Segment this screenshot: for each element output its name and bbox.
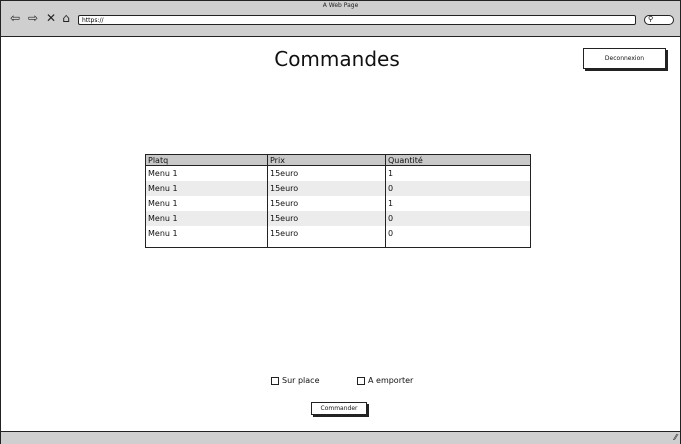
dine-in-checkbox[interactable]: Sur place (271, 376, 320, 385)
table-row[interactable]: Menu 1 15euro 1 (145, 196, 531, 211)
checkbox-box[interactable] (357, 376, 365, 385)
dish-cell: Menu 1 (145, 211, 268, 226)
column-header-dish: Platq (145, 154, 268, 166)
close-icon[interactable]: ✕ (45, 11, 57, 25)
filler-cell (145, 241, 268, 248)
dish-cell: Menu 1 (145, 196, 268, 211)
dine-in-label: Sur place (282, 376, 320, 385)
quantity-cell[interactable]: 0 (385, 181, 531, 196)
table-header-row: Platq Prix Quantité (145, 154, 531, 166)
dish-cell: Menu 1 (145, 226, 268, 241)
browser-toolbar: A Web Page ⇦ ⇨ ✕ ⌂ https:// ⚲ (1, 1, 680, 37)
search-icon: ⚲ (648, 15, 654, 23)
window-title: A Web Page (322, 2, 359, 9)
browser-window: A Web Page ⇦ ⇨ ✕ ⌂ https:// ⚲ Commandes … (0, 0, 681, 444)
status-bar: ⁄⁄ (1, 431, 680, 444)
checkbox-box[interactable] (271, 376, 279, 385)
logout-button[interactable]: Deconnexion (583, 48, 666, 69)
price-cell: 15euro (267, 196, 386, 211)
takeaway-label: A emporter (368, 376, 414, 385)
search-field[interactable]: ⚲ (644, 15, 674, 25)
orders-table: Platq Prix Quantité Menu 1 15euro 1 Menu… (145, 154, 531, 248)
price-cell: 15euro (267, 226, 386, 241)
quantity-cell[interactable]: 0 (385, 226, 531, 241)
forward-arrow-icon[interactable]: ⇨ (26, 11, 40, 25)
filler-cell (267, 241, 386, 248)
table-row[interactable]: Menu 1 15euro 0 (145, 226, 531, 241)
takeaway-checkbox[interactable]: A emporter (357, 376, 413, 385)
table-filler-row (145, 241, 531, 248)
price-cell: 15euro (267, 181, 386, 196)
filler-cell (385, 241, 531, 248)
column-header-price: Prix (267, 154, 386, 166)
table-row[interactable]: Menu 1 15euro 1 (145, 165, 531, 181)
back-arrow-icon[interactable]: ⇦ (8, 11, 22, 25)
table-row[interactable]: Menu 1 15euro 0 (145, 211, 531, 226)
order-button[interactable]: Commander (311, 402, 367, 415)
home-icon[interactable]: ⌂ (59, 11, 73, 25)
price-cell: 15euro (267, 165, 386, 181)
quantity-cell[interactable]: 1 (385, 196, 531, 211)
page-title: Commandes (274, 47, 400, 71)
url-bar[interactable]: https:// (78, 15, 636, 25)
quantity-cell[interactable]: 0 (385, 211, 531, 226)
price-cell: 15euro (267, 211, 386, 226)
column-header-quantity: Quantité (385, 154, 531, 166)
resize-grip-icon[interactable]: ⁄⁄ (674, 433, 677, 442)
dish-cell: Menu 1 (145, 181, 268, 196)
table-row[interactable]: Menu 1 15euro 0 (145, 181, 531, 196)
quantity-cell[interactable]: 1 (385, 165, 531, 181)
dish-cell: Menu 1 (145, 165, 268, 181)
